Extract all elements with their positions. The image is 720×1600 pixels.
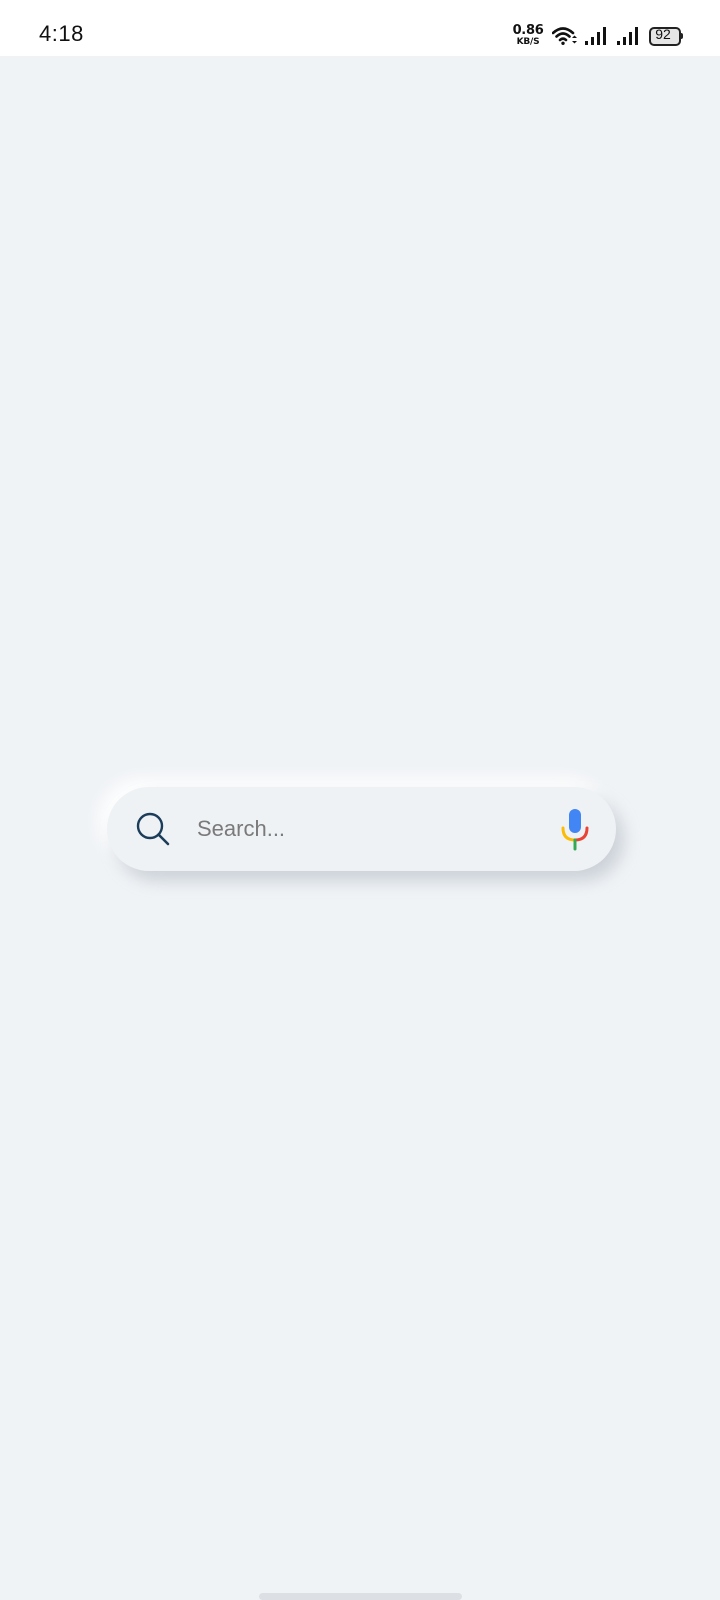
search-icon[interactable] (135, 811, 171, 847)
network-speed-value: 0.86 (512, 23, 544, 38)
battery-icon: 92 (649, 26, 683, 46)
status-bar: 4:18 0.86 KB/S 92 (0, 0, 720, 56)
network-speed: 0.86 KB/S (511, 24, 545, 47)
network-speed-unit: KB/S (516, 37, 540, 47)
search-bar[interactable] (107, 787, 616, 871)
status-time: 4:18 (39, 21, 84, 46)
search-input[interactable] (197, 809, 527, 849)
mic-icon[interactable] (559, 807, 591, 851)
battery-level: 92 (655, 26, 671, 42)
signal-icon (585, 27, 606, 45)
signal-icon (617, 27, 638, 45)
home-indicator[interactable] (259, 1593, 462, 1600)
wifi-icon (552, 27, 577, 45)
